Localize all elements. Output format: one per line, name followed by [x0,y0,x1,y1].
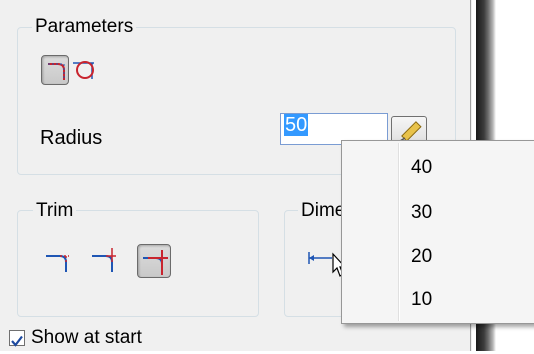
radius-label: Radius [40,127,103,149]
trim-legend: Trim [33,200,77,222]
radius-value: 50 [284,114,309,136]
fillet-circle-icon [73,61,94,79]
fillet-corner-button[interactable] [41,55,69,85]
dropdown-option-10[interactable]: 10 [411,289,432,311]
dropdown-gutter [398,143,400,321]
parameters-legend: Parameters [32,16,137,38]
show-at-start-label: Show at start [31,327,142,348]
trim-both-icon [143,250,168,275]
radius-dropdown[interactable]: 40 30 20 10 [341,140,534,324]
dropdown-option-30[interactable]: 30 [411,202,432,224]
fillet-circle-button[interactable] [70,55,98,85]
dropdown-option-20[interactable]: 20 [411,246,432,268]
trim-none-button[interactable] [42,244,74,276]
fillet-corner-icon [48,63,65,80]
trim-none-icon [46,254,69,272]
trim-one-button[interactable] [88,244,120,276]
dropdown-option-40[interactable]: 40 [411,157,432,179]
trim-one-icon [92,248,116,272]
trim-both-button[interactable] [137,244,171,278]
checkmark-icon [11,335,23,347]
show-at-start-checkbox[interactable] [9,330,25,347]
